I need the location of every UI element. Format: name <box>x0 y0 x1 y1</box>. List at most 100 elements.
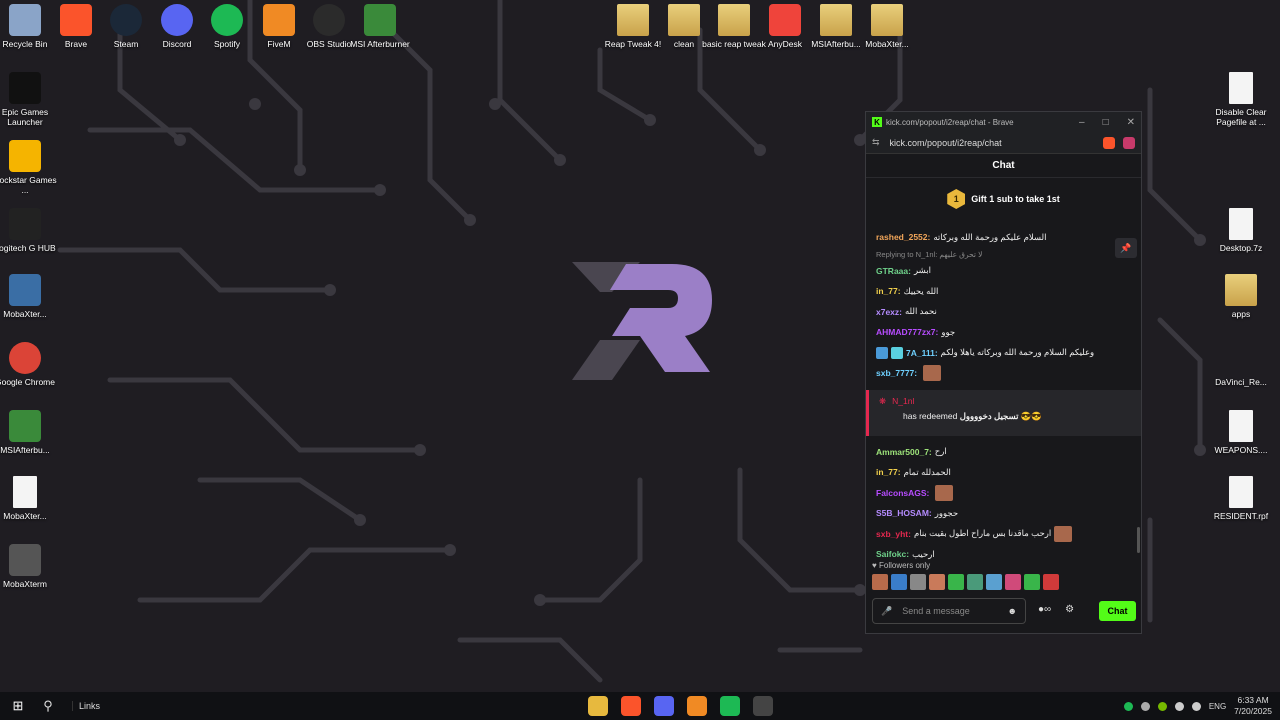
emote-quick-pick-icon[interactable] <box>986 574 1002 590</box>
close-button[interactable]: ✕ <box>1127 117 1135 128</box>
file-explorer-icon[interactable] <box>588 696 608 716</box>
emote-quick-pick-icon[interactable] <box>1024 574 1040 590</box>
desktop-icon[interactable]: apps <box>1205 274 1277 319</box>
chat-username[interactable]: Ammar500_7: <box>876 447 932 457</box>
desktop-icon[interactable]: Rockstar Games ... <box>0 140 61 195</box>
chat-username[interactable]: GTRaaa: <box>876 266 911 276</box>
windows-start-icon[interactable]: ⊞ <box>0 698 36 714</box>
chat-username[interactable]: sxb_yht: <box>876 529 911 539</box>
address-bar[interactable]: ⇆ kick.com/popout/i2reap/chat <box>866 132 1141 154</box>
chat-username[interactable]: in_77: <box>876 286 901 296</box>
language-indicator[interactable]: ENG <box>1209 702 1226 711</box>
chat-message[interactable]: in_77: الحمدلله تمام <box>866 462 1141 483</box>
chat-send-button[interactable]: Chat <box>1099 601 1136 621</box>
obs-icon[interactable] <box>753 696 773 716</box>
network-tray-icon[interactable] <box>1140 701 1150 711</box>
emoji-icon[interactable]: ☻ <box>1008 606 1017 616</box>
desktop-icon[interactable]: MobaXter... <box>851 4 923 49</box>
chat-username[interactable]: x7exz: <box>876 307 902 317</box>
chat-username[interactable]: sxb_7777: <box>876 368 917 378</box>
desktop-icon-label: MobaXter... <box>865 39 909 49</box>
chat-message[interactable]: GTRaaa: ابشر <box>866 261 1141 282</box>
desktop-icon[interactable]: Logitech G HUB <box>0 208 61 253</box>
chat-username[interactable]: S5B_HOSAM: <box>876 508 932 518</box>
chat-message-text: حجوور <box>934 507 959 518</box>
chat-username[interactable]: 7A_111: <box>906 348 938 358</box>
brave-rewards-icon[interactable] <box>1123 136 1135 149</box>
desktop-icon[interactable]: MobaXter... <box>0 274 61 319</box>
maximize-button[interactable]: □ <box>1103 117 1109 128</box>
chat-message[interactable]: in_77: الله يحييك <box>866 281 1141 302</box>
desktop-icon[interactable]: MobaXterm <box>0 544 61 589</box>
desktop-icon[interactable]: Google Chrome <box>0 342 61 387</box>
microphone-icon[interactable]: 🎤 <box>881 606 892 617</box>
spotify-icon <box>211 4 243 36</box>
desktop-icon-label: Desktop.7z <box>1219 243 1263 253</box>
minimize-button[interactable]: – <box>1079 117 1085 128</box>
gift-text: Gift 1 sub to take 1st <box>971 194 1060 204</box>
redeem-username[interactable]: N_1nl <box>892 396 914 406</box>
brave-shields-icon[interactable] <box>1103 136 1115 149</box>
chat-message-text: جوو <box>941 326 956 337</box>
nvidia-tray-icon[interactable] <box>1157 701 1167 711</box>
desktop-icon[interactable]: MSI Afterburner <box>344 4 416 49</box>
chat-message[interactable]: 7A_111: وعليكم السلام ورحمة الله وبركاته … <box>866 343 1141 364</box>
site-settings-icon[interactable]: ⇆ <box>872 137 880 148</box>
desktop-icon[interactable]: MobaXter... <box>0 476 61 521</box>
desktop-icon[interactable]: MSIAfterbu... <box>0 410 61 455</box>
desktop-icon-label: Google Chrome <box>0 377 55 387</box>
clock[interactable]: 6:33 AM 7/20/2025 <box>1234 695 1272 717</box>
chat-message[interactable]: Ammar500_7: ارح <box>866 442 1141 463</box>
emote-quick-pick-icon[interactable] <box>929 574 945 590</box>
chat-username[interactable]: FalconsAGS: <box>876 488 929 498</box>
chat-username[interactable]: in_77: <box>876 467 901 477</box>
kicks-icon[interactable]: ●∞ <box>1038 604 1051 615</box>
emote-quick-pick-icon[interactable] <box>1043 574 1059 590</box>
links-toolbar[interactable]: Links <box>72 701 100 711</box>
chat-message-text: ارحب ماقدنا بس ماراح اطول بقيت بنام <box>913 528 1052 539</box>
emote-quick-pick-icon[interactable] <box>1005 574 1021 590</box>
chat-message[interactable]: sxb_7777: <box>866 363 1141 384</box>
reply-context[interactable]: Replying to N_1nl: لا تحرق عليهم <box>866 248 1141 261</box>
spotify-icon[interactable] <box>720 696 740 716</box>
chat-message[interactable]: rashed_2552: السلام عليكم ورحمة الله وبرك… <box>866 227 1141 248</box>
volume-icon[interactable] <box>1191 701 1201 711</box>
search-icon[interactable]: ⚲ <box>36 698 60 714</box>
window-titlebar[interactable]: K kick.com/popout/i2reap/chat - Brave – … <box>866 112 1141 132</box>
url-text[interactable]: kick.com/popout/i2reap/chat <box>890 138 1002 148</box>
chat-message[interactable]: S5B_HOSAM: حجوور <box>866 503 1141 524</box>
brave-icon[interactable] <box>621 696 641 716</box>
chat-username[interactable]: AHMAD777zx7: <box>876 327 938 337</box>
emote-quick-pick-icon[interactable] <box>891 574 907 590</box>
desktop-icon[interactable]: Desktop.7z <box>1205 208 1277 253</box>
desktop-icon[interactable]: Disable Clear Pagefile at ... <box>1205 72 1277 127</box>
discord-icon[interactable] <box>654 696 674 716</box>
spotify-tray-icon[interactable] <box>1123 701 1133 711</box>
chat-message[interactable]: AHMAD777zx7: جوو <box>866 322 1141 343</box>
folder-icon <box>1225 274 1257 306</box>
chat-username[interactable]: rashed_2552: <box>876 232 930 242</box>
chat-settings-gear-icon[interactable]: ⚙ <box>1065 604 1074 615</box>
desktop-icon[interactable]: RESIDENT.rpf <box>1205 476 1277 521</box>
wifi-icon[interactable] <box>1174 701 1184 711</box>
chat-message[interactable]: x7exz: نحمد الله <box>866 302 1141 323</box>
chat-input[interactable]: 🎤 Send a message ☻ <box>872 598 1026 624</box>
desktop-icon[interactable]: Epic Games Launcher <box>0 72 61 127</box>
chat-message[interactable]: FalconsAGS: <box>866 483 1141 504</box>
desktop-icon[interactable]: DaVinci_Re... <box>1205 342 1277 387</box>
chat-scrollbar[interactable] <box>1137 527 1140 553</box>
chat-message[interactable]: sxb_yht: ارحب ماقدنا بس ماراح اطول بقيت ب… <box>866 524 1141 545</box>
discord-icon <box>161 4 193 36</box>
emote-quick-pick-icon[interactable] <box>910 574 926 590</box>
fivem-icon[interactable] <box>687 696 707 716</box>
emote-quick-pick-icon[interactable] <box>872 574 888 590</box>
chat-username[interactable]: Saifokc: <box>876 549 909 559</box>
emote-quick-pick-icon[interactable] <box>948 574 964 590</box>
desktop-icon-label: MSI Afterburner <box>350 39 410 49</box>
file-icon <box>1229 476 1253 508</box>
emote-quick-pick-icon[interactable] <box>967 574 983 590</box>
gift-sub-banner[interactable]: 1 Gift 1 sub to take 1st <box>866 178 1141 220</box>
desktop-icon[interactable]: WEAPONS.... <box>1205 410 1277 455</box>
file-icon <box>1229 410 1253 442</box>
chat-input-placeholder[interactable]: Send a message <box>902 606 970 616</box>
